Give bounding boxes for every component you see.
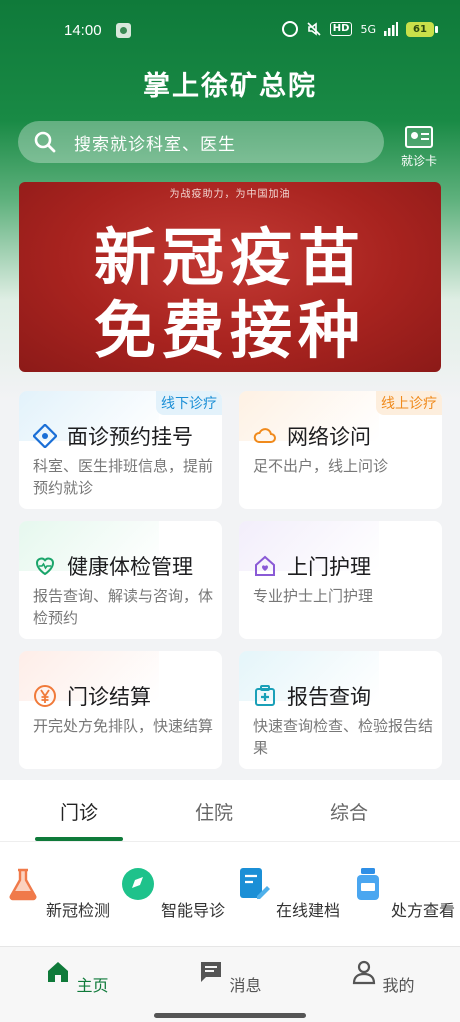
quick-label: 智能导诊 [161,901,226,920]
settings-notification-icon [116,23,131,38]
tag-offline: 线下诊疗 [156,391,222,415]
service-desc: 专业护士上门护理 [253,587,374,605]
yen-icon [34,685,56,707]
service-desc: 开完处方免排队，快速结算 [33,717,214,735]
status-time: 14:00 [64,22,102,39]
quick-covid-test[interactable]: 新冠检测 [0,866,115,921]
category-tabs: 门诊 住院 综合 [0,780,460,842]
banner-headline-2: 免费接种 [93,294,366,367]
flask-icon [9,868,37,901]
service-title: 网络诊问 [287,425,371,449]
document-edit-icon [239,868,270,899]
service-desc: 科室、医生排班信息，提前预约就诊 [33,457,214,497]
compass-icon [121,868,154,900]
service-desc: 快速查询检查、检验报告结果 [253,717,434,757]
quick-prescription-view[interactable]: 处方查看 [345,866,460,921]
service-desc: 报告查询、解读与咨询，体检预约 [33,587,214,627]
service-card-home-nursing[interactable]: 上门护理 专业护士上门护理 [239,521,442,639]
medicine-bottle-icon [356,868,379,900]
tag-online: 线上诊疗 [376,391,442,415]
vaccine-banner[interactable]: 为战疫助力，为中国加油 新冠疫苗 免费接种 [19,182,441,372]
mute-icon [307,22,321,36]
visit-card-button[interactable]: 就诊卡 [394,126,444,170]
home-heart-icon [255,555,275,576]
quick-label: 在线建档 [276,901,341,920]
search-placeholder: 搜索就诊科室、医生 [74,134,236,155]
quick-smart-guide[interactable]: 智能导诊 [115,866,230,921]
service-title: 面诊预约挂号 [67,425,193,449]
active-tab-indicator [35,837,123,841]
signal-icon [384,22,398,36]
service-title: 健康体检管理 [67,555,193,579]
nav-home[interactable]: 主页 [27,959,127,996]
quick-online-record[interactable]: 在线建档 [230,866,345,921]
service-desc: 足不出户，线上问诊 [253,457,389,475]
status-indicators: HD 5G 61 [281,21,438,37]
search-bar[interactable]: 搜索就诊科室、医生 [18,121,384,163]
home-icon [48,962,69,982]
cloud-icon [253,428,276,443]
status-bar: 14:00 HD 5G 61 [0,0,460,56]
hd-badge: HD [329,22,353,36]
service-title: 上门护理 [287,555,371,579]
visit-card-label: 就诊卡 [400,154,437,168]
service-card-online-consult[interactable]: 线上诊疗 网络诊问 足不出户，线上问诊 [239,391,442,509]
service-card-outpatient-payment[interactable]: 门诊结算 开完处方免排队，快速结算 [19,651,222,769]
message-icon [201,962,222,982]
search-icon [34,131,56,153]
id-card-icon [405,126,433,148]
service-title: 报告查询 [287,685,371,709]
nav-label: 我的 [382,976,415,995]
quick-label: 新冠检测 [46,901,111,920]
service-card-appointment[interactable]: 线下诊疗 面诊预约挂号 科室、医生排班信息，提前预约就诊 [19,391,222,509]
heart-icon [35,557,55,576]
nav-label: 消息 [229,976,262,995]
nav-messages[interactable]: 消息 [180,959,280,996]
service-card-health-checkup[interactable]: 健康体检管理 报告查询、解读与咨询，体检预约 [19,521,222,639]
service-title: 门诊结算 [67,685,151,709]
bottom-navigation: 主页 消息 我的 [0,946,460,1022]
app-title: 掌上徐矿总院 [143,71,317,102]
alarm-icon [281,21,298,37]
quick-actions: 新冠检测 智能导诊 在线建档 处方查看 [0,842,460,946]
banner-subtitle: 为战疫助力，为中国加油 [169,189,291,200]
network-label: 5G [360,22,376,36]
home-indicator[interactable] [154,1013,306,1018]
tab-comprehensive[interactable]: 综合 [299,798,399,825]
battery-icon: 61 [406,21,438,37]
medkit-icon [255,685,275,706]
nav-profile[interactable]: 我的 [333,959,433,996]
quick-label: 处方查看 [391,901,456,920]
diamond-icon [33,424,57,448]
service-card-report-query[interactable]: 报告查询 快速查询检查、检验报告结果 [239,651,442,769]
nav-label: 主页 [76,976,109,995]
user-icon [353,960,376,985]
tab-inpatient[interactable]: 住院 [164,798,264,825]
tab-outpatient[interactable]: 门诊 [29,798,129,825]
